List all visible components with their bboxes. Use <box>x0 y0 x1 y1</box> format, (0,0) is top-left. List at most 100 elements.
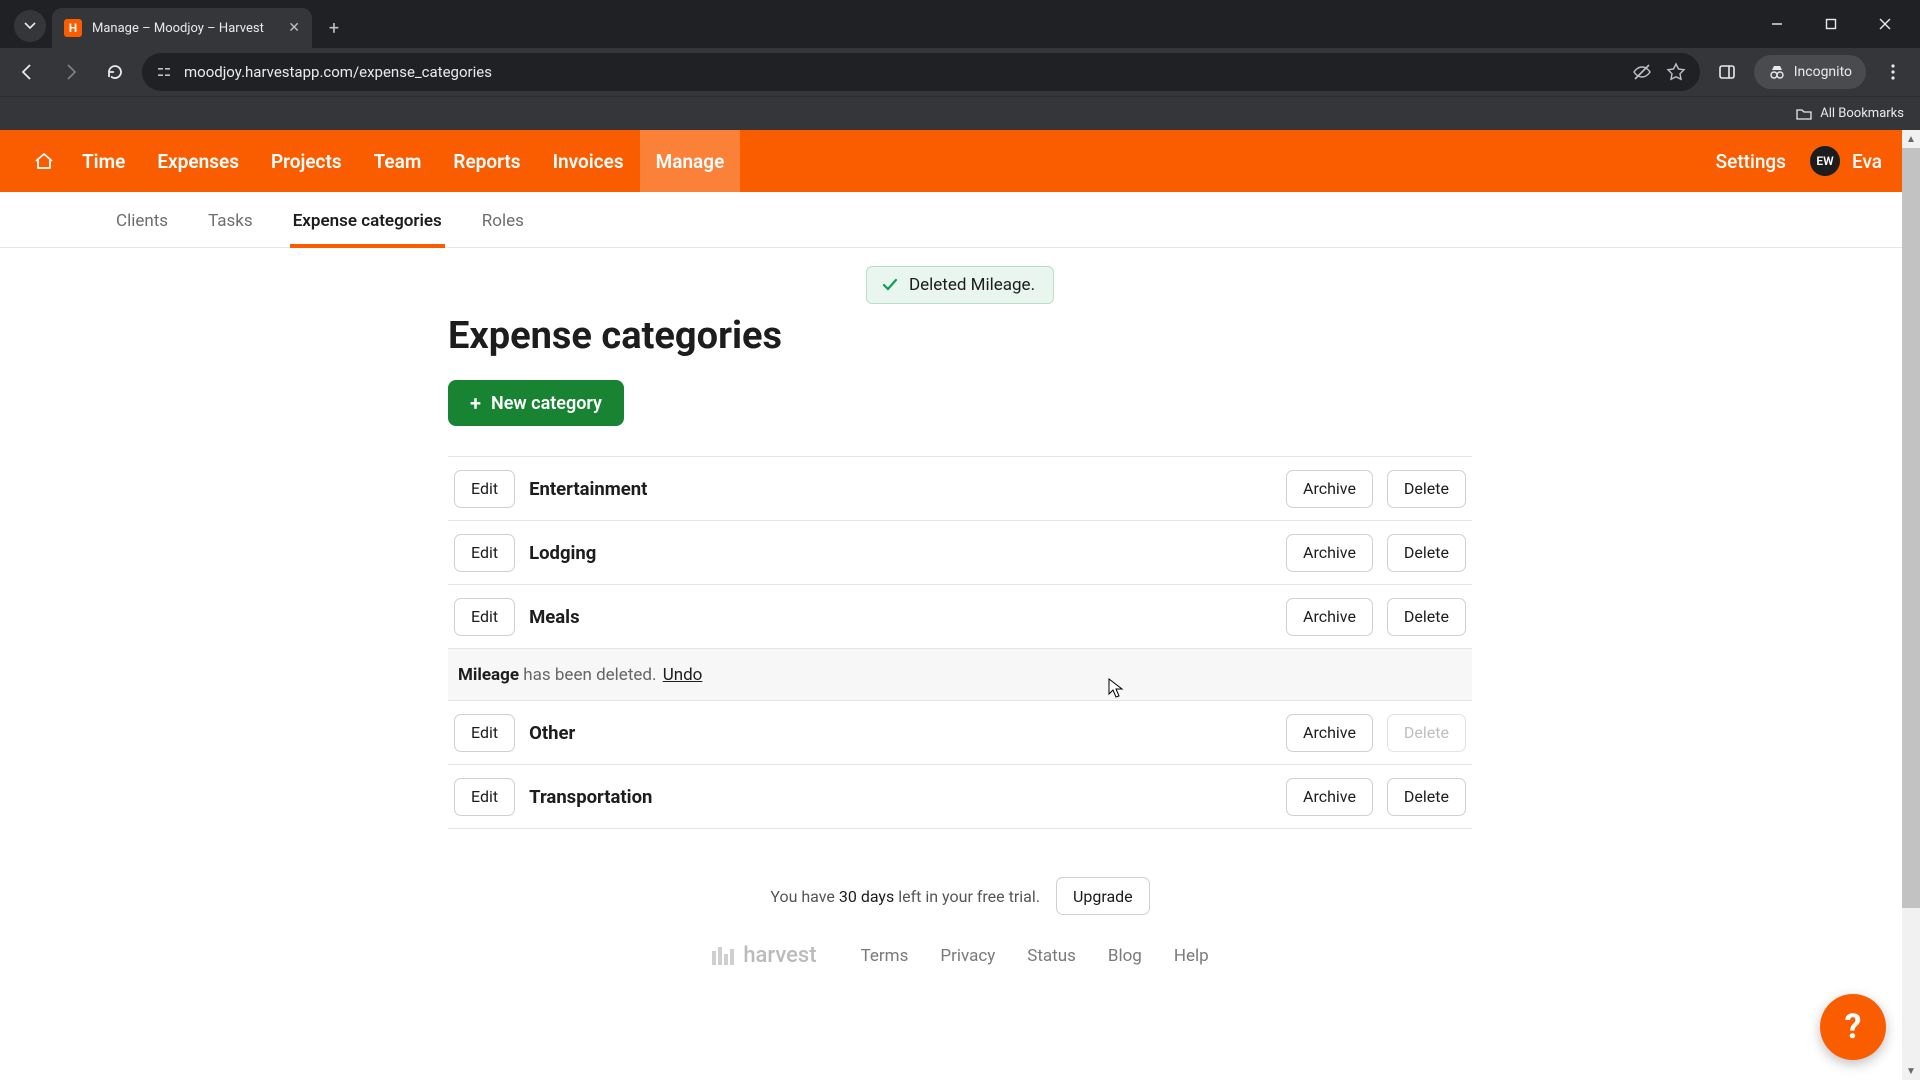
nav-invoices[interactable]: Invoices <box>537 130 640 192</box>
edit-button[interactable]: Edit <box>454 598 515 636</box>
incognito-icon <box>1768 63 1786 81</box>
success-toast: Deleted Mileage. <box>866 266 1054 304</box>
delete-button: Delete <box>1387 714 1466 752</box>
category-row: Edit Entertainment Archive Delete <box>448 457 1472 521</box>
forward-button[interactable] <box>54 55 88 89</box>
upgrade-button[interactable]: Upgrade <box>1056 877 1150 915</box>
tab-search-button[interactable] <box>14 10 46 42</box>
footer-link-blog[interactable]: Blog <box>1108 946 1142 966</box>
category-list: Edit Entertainment Archive Delete Edit L… <box>448 456 1472 829</box>
footer-link-status[interactable]: Status <box>1027 946 1076 966</box>
page-footer: harvest Terms Privacy Status Blog Help <box>448 943 1472 968</box>
new-category-label: New category <box>491 393 602 414</box>
delete-button[interactable]: Delete <box>1387 470 1466 508</box>
browser-chrome: H Manage – Moodjoy – Harvest ✕ + moodjoy… <box>0 0 1920 130</box>
user-avatar[interactable]: EW <box>1810 146 1840 176</box>
deleted-category-name: Mileage <box>458 665 519 685</box>
deleted-message: Mileage has been deleted. Undo <box>454 665 1466 685</box>
eye-off-icon[interactable] <box>1632 62 1652 82</box>
sidepanel-button[interactable] <box>1710 55 1744 89</box>
edit-button[interactable]: Edit <box>454 714 515 752</box>
subnav-roles[interactable]: Roles <box>482 194 542 247</box>
footer-link-terms[interactable]: Terms <box>861 946 909 966</box>
tab-favicon: H <box>64 19 82 37</box>
incognito-indicator[interactable]: Incognito <box>1754 55 1866 89</box>
edit-button[interactable]: Edit <box>454 778 515 816</box>
page-content: Deleted Mileage. Expense categories + Ne… <box>448 248 1472 1008</box>
category-name: Other <box>529 722 1272 744</box>
scroll-up-button[interactable]: ▲ <box>1902 130 1920 148</box>
scrollbar-track[interactable]: ▲ ▼ <box>1902 130 1920 1080</box>
tab-strip: H Manage – Moodjoy – Harvest ✕ + <box>0 0 1920 48</box>
bookmarks-bar: All Bookmarks <box>0 96 1920 130</box>
nav-reports[interactable]: Reports <box>437 130 536 192</box>
url-text: moodjoy.harvestapp.com/expense_categorie… <box>184 63 492 81</box>
nav-manage[interactable]: Manage <box>640 130 741 192</box>
nav-settings[interactable]: Settings <box>1700 130 1802 192</box>
archive-button[interactable]: Archive <box>1286 778 1373 816</box>
undo-link[interactable]: Undo <box>663 665 703 685</box>
edit-button[interactable]: Edit <box>454 534 515 572</box>
maximize-button[interactable] <box>1804 0 1858 48</box>
category-row: Edit Other Archive Delete <box>448 701 1472 765</box>
delete-button[interactable]: Delete <box>1387 598 1466 636</box>
category-row: Edit Lodging Archive Delete <box>448 521 1472 585</box>
page-title: Expense categories <box>448 314 1472 358</box>
check-icon <box>881 276 899 294</box>
category-name: Lodging <box>529 542 1272 564</box>
archive-button[interactable]: Archive <box>1286 534 1373 572</box>
category-name: Entertainment <box>529 478 1272 500</box>
nav-time[interactable]: Time <box>66 130 141 192</box>
nav-home-button[interactable] <box>22 130 66 192</box>
kebab-menu-button[interactable] <box>1876 55 1910 89</box>
new-tab-button[interactable]: + <box>320 14 348 42</box>
category-name: Transportation <box>529 786 1272 808</box>
reload-button[interactable] <box>98 55 132 89</box>
help-fab[interactable]: ? <box>1820 994 1886 1060</box>
deleted-suffix: has been deleted. <box>523 665 656 685</box>
minimize-button[interactable] <box>1750 0 1804 48</box>
folder-icon <box>1796 106 1812 122</box>
address-bar[interactable]: moodjoy.harvestapp.com/expense_categorie… <box>142 53 1700 91</box>
chevron-down-icon <box>24 20 36 32</box>
tab-title: Manage – Moodjoy – Harvest <box>92 21 278 36</box>
toast-text: Deleted Mileage. <box>909 275 1035 295</box>
nav-expenses[interactable]: Expenses <box>141 130 255 192</box>
harvest-logo: harvest <box>711 943 816 968</box>
incognito-label: Incognito <box>1794 64 1852 80</box>
deleted-category-row: Mileage has been deleted. Undo <box>448 649 1472 701</box>
browser-tab[interactable]: H Manage – Moodjoy – Harvest ✕ <box>52 8 312 48</box>
footer-link-help[interactable]: Help <box>1174 946 1209 966</box>
subnav-clients[interactable]: Clients <box>116 194 186 247</box>
user-name[interactable]: Eva <box>1848 130 1898 192</box>
edit-button[interactable]: Edit <box>454 470 515 508</box>
archive-button[interactable]: Archive <box>1286 714 1373 752</box>
scroll-down-button[interactable]: ▼ <box>1902 1062 1920 1080</box>
new-category-button[interactable]: + New category <box>448 380 624 426</box>
nav-projects[interactable]: Projects <box>255 130 358 192</box>
secondary-nav: Clients Tasks Expense categories Roles <box>0 194 1920 248</box>
delete-button[interactable]: Delete <box>1387 778 1466 816</box>
archive-button[interactable]: Archive <box>1286 598 1373 636</box>
footer-link-privacy[interactable]: Privacy <box>940 946 995 966</box>
trial-banner: You have 30 days left in your free trial… <box>448 877 1472 915</box>
nav-team[interactable]: Team <box>358 130 438 192</box>
back-button[interactable] <box>10 55 44 89</box>
site-settings-icon <box>156 64 172 80</box>
star-icon[interactable] <box>1666 62 1686 82</box>
category-name: Meals <box>529 606 1272 628</box>
scrollbar-thumb[interactable] <box>1902 148 1920 908</box>
trial-text: You have 30 days left in your free trial… <box>770 887 1040 906</box>
archive-button[interactable]: Archive <box>1286 470 1373 508</box>
subnav-tasks[interactable]: Tasks <box>208 194 271 247</box>
close-window-button[interactable] <box>1858 0 1912 48</box>
harvest-logo-icon <box>711 945 737 967</box>
plus-icon: + <box>470 391 481 415</box>
delete-button[interactable]: Delete <box>1387 534 1466 572</box>
tab-close-button[interactable]: ✕ <box>288 20 300 36</box>
subnav-expense-categories[interactable]: Expense categories <box>293 194 460 247</box>
app-viewport: Time Expenses Projects Team Reports Invo… <box>0 130 1920 1080</box>
all-bookmarks-link[interactable]: All Bookmarks <box>1820 106 1904 121</box>
home-icon <box>33 150 55 172</box>
browser-toolbar: moodjoy.harvestapp.com/expense_categorie… <box>0 48 1920 96</box>
